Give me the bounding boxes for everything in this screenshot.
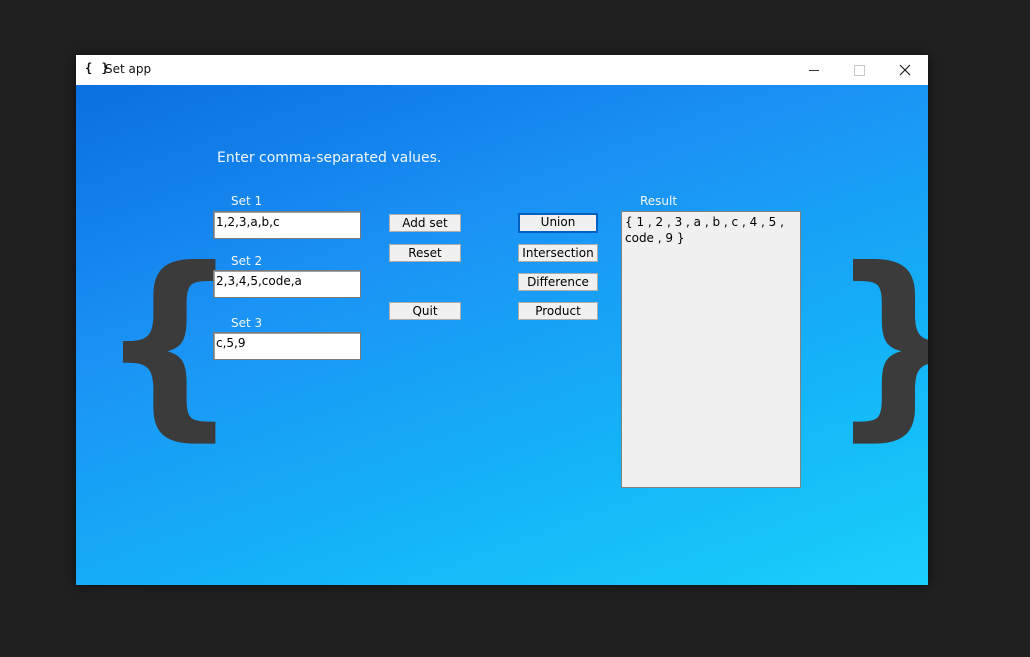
set3-input[interactable]: c,5,9	[213, 332, 361, 360]
difference-button[interactable]: Difference	[518, 273, 598, 291]
quit-button[interactable]: Quit	[389, 302, 461, 320]
intersection-button[interactable]: Intersection	[518, 244, 598, 262]
minimize-button[interactable]	[791, 55, 837, 85]
reset-button[interactable]: Reset	[389, 244, 461, 262]
set3-label: Set 3	[231, 316, 263, 330]
maximize-icon	[853, 64, 865, 76]
close-button[interactable]	[882, 55, 928, 85]
minimize-icon	[809, 69, 819, 71]
app-canvas: { } Enter comma-separated values. Set 1 …	[76, 85, 928, 585]
union-button[interactable]: Union	[518, 213, 598, 233]
instruction-text: Enter comma-separated values.	[217, 150, 442, 166]
app-window: { } Set app { } Enter comma-separated va…	[76, 55, 928, 585]
title-bar[interactable]: { } Set app	[76, 55, 928, 85]
close-icon	[899, 64, 911, 76]
set2-label: Set 2	[231, 254, 263, 268]
maximize-button[interactable]	[836, 55, 882, 85]
set2-input[interactable]: 2,3,4,5,code,a	[213, 270, 361, 298]
result-textbox[interactable]: { 1 , 2 , 3 , a , b , c , 4 , 5 , code ,…	[621, 211, 801, 488]
window-title: Set app	[105, 62, 152, 76]
set1-label: Set 1	[231, 194, 263, 208]
product-button[interactable]: Product	[518, 302, 598, 320]
right-brace-decoration: }	[828, 243, 928, 443]
add-set-button[interactable]: Add set	[389, 214, 461, 232]
result-label: Result	[640, 194, 678, 208]
set1-input[interactable]: 1,2,3,a,b,c	[213, 211, 361, 239]
